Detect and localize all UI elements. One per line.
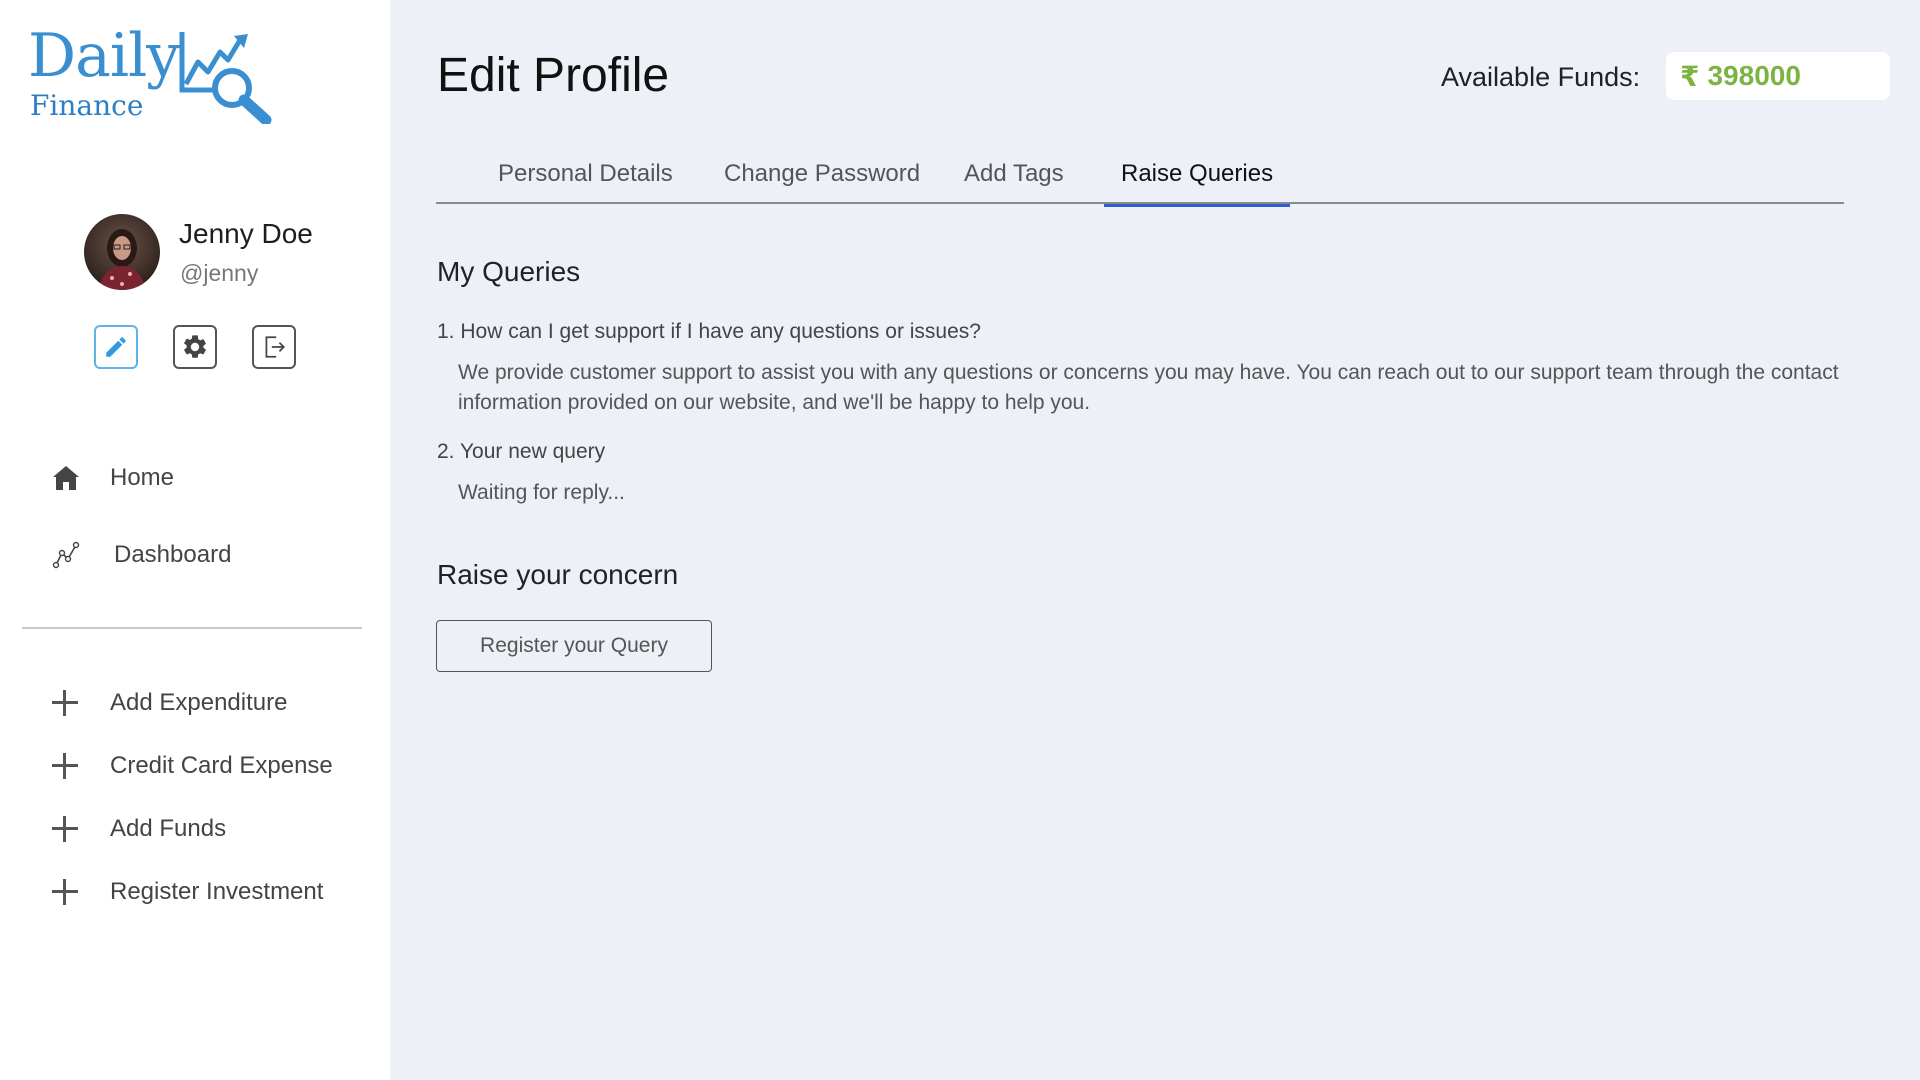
- nav-home-label: Home: [110, 464, 175, 491]
- profile-tabs: Personal Details Change Password Add Tag…: [436, 150, 1844, 207]
- funds-label: Available Funds:: [1441, 62, 1641, 92]
- register-investment-button[interactable]: Register Investment: [50, 877, 323, 907]
- query-question: 2. Your new query: [437, 440, 606, 463]
- plus-icon: [50, 688, 80, 718]
- funds-display: ₹ 398000: [1666, 52, 1890, 100]
- tab-change-password[interactable]: Change Password: [724, 160, 920, 204]
- user-handle: @jenny: [180, 260, 259, 286]
- add-funds-label: Add Funds: [110, 815, 227, 842]
- plus-icon: [50, 877, 80, 907]
- brand-logo[interactable]: Daily Finance: [28, 24, 278, 124]
- user-avatar[interactable]: [84, 214, 160, 290]
- sidebar-divider: [22, 627, 362, 629]
- gear-icon: [184, 335, 206, 358]
- brand-subtitle: Finance: [30, 89, 144, 122]
- credit-card-expense-button[interactable]: Credit Card Expense: [50, 751, 333, 781]
- credit-card-expense-label: Credit Card Expense: [110, 752, 333, 779]
- nav-dashboard-label: Dashboard: [114, 541, 232, 568]
- tab-personal-details[interactable]: Personal Details: [498, 160, 673, 204]
- page-title: Edit Profile: [437, 49, 670, 102]
- nav-home[interactable]: Home: [50, 462, 174, 494]
- nav-dashboard[interactable]: Dashboard: [50, 539, 231, 571]
- query-answer: Waiting for reply...: [458, 481, 625, 504]
- query-answer: We provide customer support to assist yo…: [458, 361, 1839, 414]
- edit-profile-button[interactable]: [94, 325, 138, 369]
- avatar-photo: [84, 214, 160, 290]
- trend-magnifier-icon: [179, 32, 272, 124]
- user-name: Jenny Doe: [179, 218, 313, 249]
- plus-icon: [50, 751, 80, 781]
- home-icon: [50, 462, 82, 494]
- register-query-button[interactable]: Register your Query: [436, 620, 712, 672]
- pencil-icon: [106, 337, 126, 357]
- tab-raise-queries[interactable]: Raise Queries: [1104, 160, 1291, 207]
- raise-concern-heading: Raise your concern: [437, 559, 679, 590]
- settings-button[interactable]: [173, 325, 217, 369]
- my-queries-heading: My Queries: [437, 256, 581, 287]
- chart-icon: [50, 539, 82, 571]
- add-funds-button[interactable]: Add Funds: [50, 814, 226, 844]
- brand-name: Daily: [28, 21, 180, 91]
- plus-icon: [50, 814, 80, 844]
- logout-button[interactable]: [252, 325, 296, 369]
- rupee-icon: ₹: [1680, 60, 1700, 92]
- sidebar: Daily Finance Jenny Doe @jenny Home Dash…: [0, 0, 390, 1080]
- add-expenditure-button[interactable]: Add Expenditure: [50, 688, 287, 718]
- add-expenditure-label: Add Expenditure: [110, 689, 288, 716]
- tab-add-tags[interactable]: Add Tags: [964, 160, 1064, 204]
- query-question: 1. How can I get support if I have any q…: [437, 320, 981, 343]
- logout-icon: [265, 336, 285, 358]
- register-investment-label: Register Investment: [110, 878, 324, 905]
- funds-value: 398000: [1707, 60, 1801, 91]
